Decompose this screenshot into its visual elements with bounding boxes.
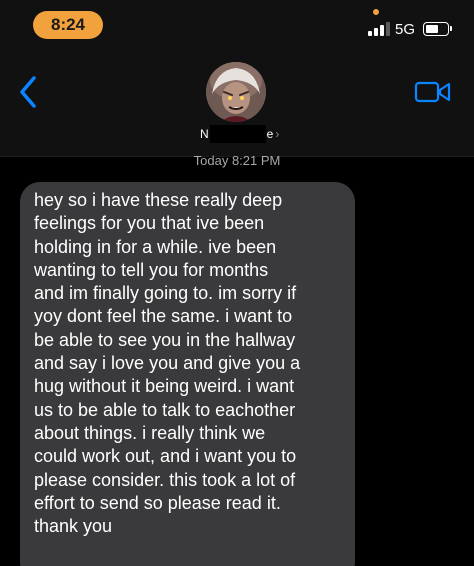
back-button[interactable] — [14, 74, 44, 110]
contact-name-end: e — [266, 127, 274, 141]
facetime-button[interactable] — [414, 80, 452, 104]
battery-level-fill — [426, 25, 438, 33]
contact-name-button[interactable]: N e › — [200, 125, 279, 143]
contact-avatar[interactable] — [206, 62, 266, 122]
message-text: hey so i have these really deep feelings… — [34, 190, 301, 537]
chevron-right-icon: › — [275, 127, 280, 141]
network-type-label: 5G — [395, 21, 416, 38]
messages-screen: 8:24 5G N e › Today 8:21 PM hey so i hav… — [0, 0, 474, 566]
battery-tip — [450, 26, 452, 31]
facetime-video-icon — [414, 81, 451, 103]
avatar-image — [206, 62, 266, 122]
chevron-left-icon — [20, 76, 36, 108]
privacy-indicator-dot — [373, 9, 379, 15]
status-time: 8:24 — [33, 11, 103, 39]
message-timestamp: Today 8:21 PM — [193, 153, 281, 168]
conversation-header: 8:24 5G N e › — [0, 0, 474, 157]
battery-icon — [423, 22, 449, 36]
cellular-signal-icon — [368, 22, 390, 36]
redaction-bar — [209, 125, 266, 143]
contact-name-start: N — [200, 127, 209, 141]
